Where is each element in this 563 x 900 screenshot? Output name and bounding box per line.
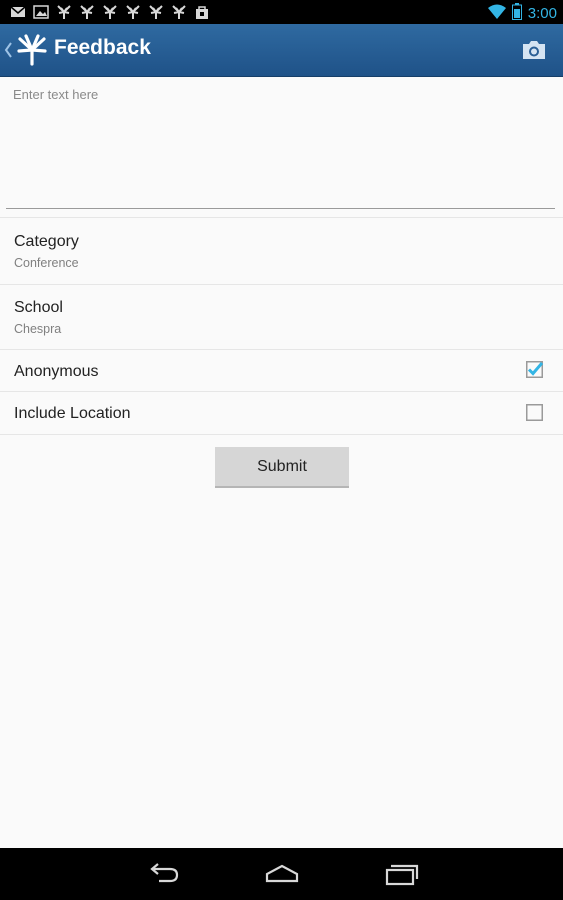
include-location-checkbox[interactable] <box>526 404 543 421</box>
school-label: School <box>14 299 63 316</box>
divider <box>0 434 563 435</box>
camera-icon[interactable] <box>521 38 547 62</box>
app-notification-icon <box>148 4 164 20</box>
screen: 3:00 Feedback Enter text here Category C… <box>0 0 563 900</box>
system-status: 3:00 <box>487 3 557 24</box>
feedback-input-container <box>0 77 563 217</box>
picture-icon <box>33 4 49 20</box>
battery-icon <box>511 3 522 24</box>
include-location-row[interactable]: Include Location <box>0 392 563 434</box>
back-icon[interactable] <box>145 862 181 886</box>
status-time: 3:00 <box>527 5 557 22</box>
home-icon[interactable] <box>264 862 300 886</box>
app-notification-icon <box>102 4 118 20</box>
wifi-icon <box>487 4 506 24</box>
school-value: Chespra <box>14 322 62 336</box>
anonymous-label: Anonymous <box>14 363 99 380</box>
category-row[interactable]: Category Conference <box>0 218 563 284</box>
app-logo-icon[interactable] <box>16 34 48 66</box>
include-location-label: Include Location <box>14 405 131 422</box>
anonymous-checkbox[interactable] <box>526 361 543 378</box>
app-notification-icon <box>171 4 187 20</box>
app-notification-icon <box>125 4 141 20</box>
recent-apps-icon[interactable] <box>384 862 420 886</box>
status-bar: 3:00 <box>0 0 563 24</box>
app-notification-icon <box>79 4 95 20</box>
feedback-text-input[interactable] <box>6 77 555 209</box>
submit-button[interactable]: Submit <box>215 447 349 488</box>
navigation-bar <box>0 848 563 900</box>
category-label: Category <box>14 233 79 250</box>
up-caret-icon[interactable] <box>3 39 13 61</box>
category-value: Conference <box>14 256 79 270</box>
anonymous-row[interactable]: Anonymous <box>0 350 563 391</box>
page-title: Feedback <box>54 36 151 59</box>
store-icon <box>194 4 210 20</box>
gmail-icon <box>10 4 26 20</box>
app-notification-icon <box>56 4 72 20</box>
school-row[interactable]: School Chespra <box>0 285 563 349</box>
notification-icons <box>10 4 210 20</box>
action-bar: Feedback <box>0 24 563 77</box>
